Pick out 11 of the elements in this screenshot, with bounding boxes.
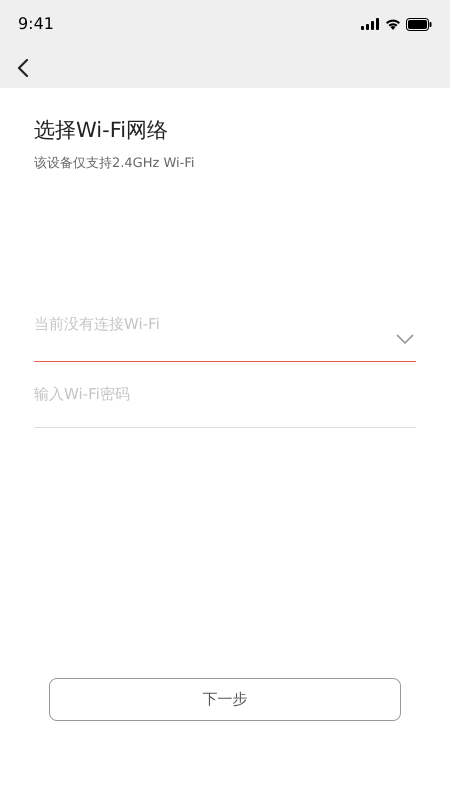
status-time: 9:41 — [18, 13, 54, 35]
back-icon[interactable] — [17, 58, 29, 78]
signal-icon — [361, 18, 380, 30]
wifi-select-field[interactable]: 当前没有连接Wi-Fi — [34, 308, 416, 362]
page-title: 选择Wi-Fi网络 — [34, 117, 170, 144]
page-subtitle: 该设备仅支持2.4GHz Wi-Fi — [34, 155, 196, 173]
chevron-down-icon[interactable] — [396, 334, 414, 344]
password-field[interactable]: 输入Wi-Fi密码 — [34, 362, 416, 428]
wifi-icon — [385, 18, 401, 30]
battery-icon — [406, 18, 432, 30]
next-button[interactable]: 下一步 — [49, 678, 401, 721]
